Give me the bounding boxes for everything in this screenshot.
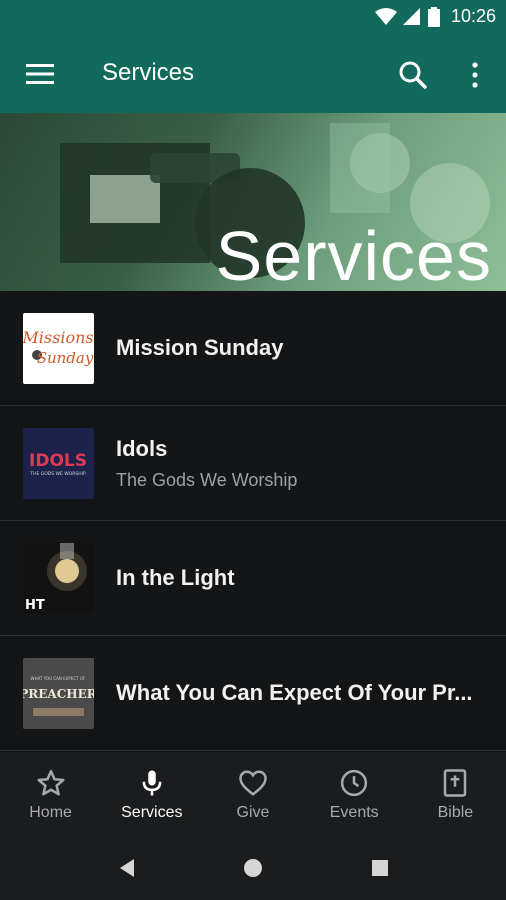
system-navigation <box>0 838 506 900</box>
svg-text:HT: HT <box>25 598 45 613</box>
service-thumbnail: Missions Sunday <box>23 313 94 384</box>
hero-title: Services <box>215 217 492 291</box>
service-subtitle: The Gods We Worship <box>116 469 298 490</box>
battery-icon <box>427 6 440 27</box>
hero-banner: Services <box>0 113 506 291</box>
service-thumbnail: HT <box>23 543 94 614</box>
more-options-icon[interactable] <box>466 60 484 90</box>
nav-give[interactable]: Give <box>202 752 303 838</box>
recent-apps-icon[interactable] <box>371 859 389 877</box>
svg-text:PREACHER: PREACHER <box>23 687 94 701</box>
menu-icon[interactable] <box>26 62 54 86</box>
app-bar: Services <box>0 36 506 113</box>
idols-artwork: IDOLS THE GODS WE WORSHIP <box>29 451 87 477</box>
list-item[interactable]: Missions Sunday Mission Sunday <box>0 291 506 406</box>
bible-icon <box>444 769 467 797</box>
back-icon[interactable] <box>118 858 136 878</box>
nav-label: Services <box>121 804 183 821</box>
signal-icon <box>402 7 420 25</box>
service-thumbnail: IDOLS THE GODS WE WORSHIP <box>23 428 94 499</box>
svg-text:IDOLS: IDOLS <box>29 451 87 471</box>
list-item[interactable]: HT In the Light <box>0 521 506 636</box>
lightbulb-artwork: HT <box>25 543 87 613</box>
nav-label: Bible <box>437 804 474 821</box>
bottom-navigation: Home Services Give Events Bible <box>0 752 506 838</box>
service-thumbnail: WHAT YOU CAN EXPECT OF PREACHER <box>23 658 94 729</box>
nav-home[interactable]: Home <box>0 752 101 838</box>
nav-bible[interactable]: Bible <box>405 752 506 838</box>
service-title: Mission Sunday <box>116 335 284 360</box>
list-item[interactable]: WHAT YOU CAN EXPECT OF PREACHER What You… <box>0 636 506 751</box>
svg-text:WHAT YOU CAN EXPECT OF: WHAT YOU CAN EXPECT OF <box>31 676 86 681</box>
preacher-artwork: WHAT YOU CAN EXPECT OF PREACHER <box>23 658 94 729</box>
star-icon <box>37 769 65 796</box>
page-title: Services <box>102 59 195 86</box>
nav-label: Give <box>236 804 270 821</box>
svg-text:Missions: Missions <box>23 328 94 347</box>
wifi-icon <box>374 7 397 25</box>
service-title: Idols <box>116 435 168 461</box>
status-time: 10:26 <box>450 6 496 26</box>
nav-events[interactable]: Events <box>304 752 405 838</box>
nav-label: Events <box>329 804 379 821</box>
microphone-icon <box>142 770 162 796</box>
nav-label: Home <box>29 804 72 821</box>
list-item[interactable]: IDOLS THE GODS WE WORSHIP Idols The Gods… <box>0 406 506 521</box>
search-icon[interactable] <box>398 60 428 90</box>
service-title: In the Light <box>116 565 235 590</box>
status-bar: 10:26 <box>0 0 506 36</box>
missions-sunday-artwork: Missions Sunday <box>23 328 94 367</box>
svg-text:THE GODS WE WORSHIP: THE GODS WE WORSHIP <box>29 471 86 477</box>
nav-services[interactable]: Services <box>101 752 202 838</box>
svg-text:Sunday: Sunday <box>37 349 94 367</box>
clock-icon <box>341 769 368 797</box>
services-list: Missions Sunday Mission Sunday IDOLS THE… <box>0 291 506 751</box>
service-title: What You Can Expect Of Your Pr... <box>116 680 473 705</box>
home-icon[interactable] <box>243 858 263 878</box>
heart-icon <box>239 770 267 796</box>
